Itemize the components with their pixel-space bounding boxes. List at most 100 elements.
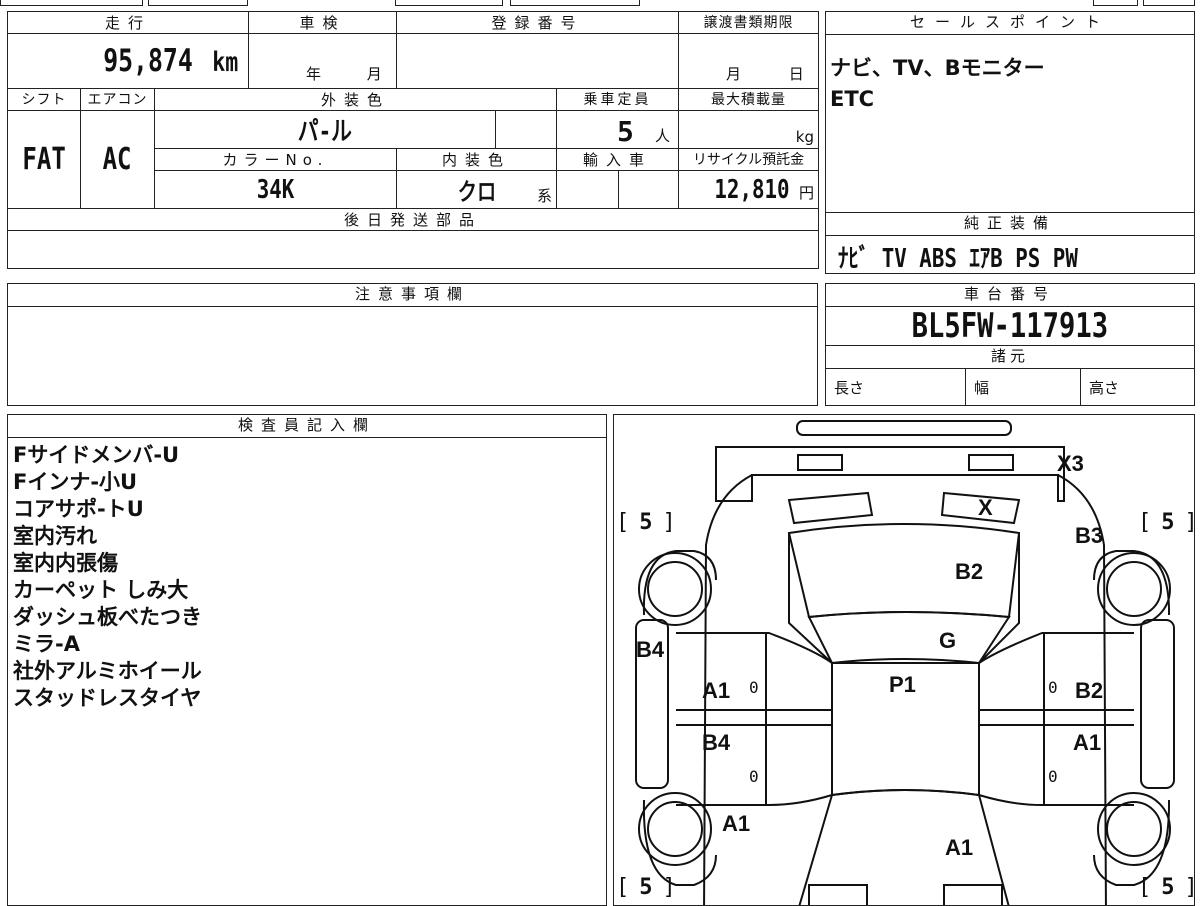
inspector-line: ミラ-A (13, 632, 80, 656)
exterior-value: パ-ル (297, 117, 353, 147)
mark-right-rear-fender: B3 (1075, 523, 1104, 548)
recycle-unit: 円 (799, 183, 815, 202)
mileage-cell: 95,874 km (7, 33, 249, 89)
sales-point-body: ナビ、TV、Bモニター ETC (826, 35, 1194, 115)
recycle-header: リサイクル預託金 (678, 148, 820, 171)
interior-unit: 系 (536, 187, 552, 205)
shaken-year: 年 (305, 65, 321, 83)
seats-value: 5 (617, 115, 634, 148)
tire-rear-right: [5] (1138, 510, 1194, 535)
mileage-header: 走行 (7, 11, 249, 34)
mark-roof-center: P1 (889, 672, 916, 697)
recycle-value: 12,810 (714, 174, 790, 205)
tire-rear-left: [5] (616, 510, 676, 535)
mark-right-front-door: A1 (1073, 730, 1102, 755)
tire-front-left: [5] (616, 875, 676, 900)
seats-header: 乗車定員 (555, 88, 680, 111)
specs-row: 長さ 幅 高さ (826, 369, 1194, 405)
mark-right-rear-door: B2 (1075, 678, 1104, 703)
inspector-box: 検査員記入欄 Fサイドメンバ-U Fインナ-小U コアサポ-トU 室内汚れ 室内… (7, 414, 607, 906)
zero-mark: 0 (749, 678, 759, 697)
ac-cell: AC (80, 110, 155, 209)
import-cell-a (556, 170, 619, 209)
mark-left-front-door: B4 (702, 730, 731, 755)
ac-value: AC (103, 142, 132, 177)
shaken-month: 月 (366, 65, 382, 83)
color-no-header: カラーNo. (154, 148, 397, 171)
zero-mark: 0 (1048, 678, 1058, 697)
chassis-number: BL5FW-117913 (911, 306, 1109, 346)
notes-box: 注意事項欄 (7, 283, 818, 406)
standard-equipment-box: 純正装備 ﾅﾋﾞ TV ABS ｴｱB PS PW (825, 212, 1195, 274)
inspector-line: 室内汚れ (13, 524, 97, 548)
standard-equipment-header: 純正装備 (826, 213, 1194, 236)
mark-rear-bumper: X3 (1057, 451, 1084, 476)
color-no-value: 34K (256, 174, 295, 205)
maxload-cell: kg (678, 110, 820, 149)
tire-front-right: [5] (1138, 875, 1194, 900)
sales-point-header: セールスポイント (826, 12, 1194, 35)
car-outline (635, 420, 1175, 905)
interior-cell: クロ 系 (396, 170, 557, 209)
mark-rear-glass: X (978, 495, 993, 520)
spec-length: 長さ (826, 369, 966, 405)
zero-mark: 0 (749, 767, 759, 786)
import-cell-b (617, 170, 680, 209)
inspector-line: Fサイドメンバ-U (13, 443, 180, 467)
sales-point-line-2: ETC (830, 87, 875, 111)
transfer-cell: 月 日 (678, 33, 820, 89)
chassis-header: 車台番号 (826, 284, 1194, 307)
standard-equipment-body: ﾅﾋﾞ TV ABS ｴｱB PS PW (826, 236, 1194, 275)
spec-height: 高さ (1089, 379, 1120, 397)
zero-mark: 0 (1048, 767, 1058, 786)
ac-header: エアコン (80, 88, 155, 111)
specs-header: 諸元 (826, 346, 1194, 369)
inspector-line: カーペット しみ大 (13, 578, 189, 602)
shaken-cell: 年 月 (248, 33, 397, 89)
mark-left-rear-door: A1 (702, 678, 731, 703)
later-parts-value (6, 230, 820, 269)
exterior-extra (495, 110, 557, 149)
transfer-month: 月 (726, 65, 742, 83)
later-parts-header: 後日発送部品 (6, 208, 820, 231)
chassis-box: 車台番号 BL5FW-117913 諸元 長さ 幅 高さ (825, 283, 1195, 406)
transfer-day: 日 (788, 65, 804, 83)
exterior-header: 外装色 (154, 88, 557, 111)
seats-unit: 人 (655, 127, 671, 145)
mark-left-rear-quarter: B4 (636, 637, 665, 662)
damage-diagram: [5] [5] [5] [5] X3 X B2 B3 G B4 A1 B2 P1… (613, 414, 1195, 906)
shift-header: シフト (7, 88, 81, 111)
import-header: 輸入車 (555, 148, 680, 171)
inspector-line: スタッドレスタイヤ (13, 686, 202, 710)
spec-width: 幅 (966, 369, 1081, 405)
sales-point-line-1: ナビ、TV、Bモニター (830, 56, 1045, 80)
inspector-header: 検査員記入欄 (8, 415, 606, 438)
inspector-line: 社外アルミホイール (13, 659, 202, 683)
sales-point-box: セールスポイント ナビ、TV、Bモニター ETC (825, 11, 1195, 214)
seats-cell: 5 人 (555, 110, 680, 149)
exterior-cell: パ-ル (154, 110, 496, 149)
color-no-cell: 34K (154, 170, 397, 209)
inspector-line: Fインナ-小U (13, 470, 138, 494)
inspector-line: 室内内張傷 (13, 551, 118, 575)
vehicle-info-table: 走行 車検 登録番号 譲渡書類期限 95,874 km 年 月 月 日 シフト … (6, 11, 820, 269)
registration-header: 登録番号 (395, 11, 680, 34)
top-strip (0, 0, 1200, 7)
inspector-list: Fサイドメンバ-U Fインナ-小U コアサポ-トU 室内汚れ 室内内張傷 カーペ… (8, 438, 606, 712)
mileage-unit: km (212, 47, 239, 78)
inspector-line: コアサポ-トU (13, 497, 144, 521)
standard-equipment-items: ﾅﾋﾞ TV ABS ｴｱB PS PW (838, 244, 1078, 274)
maxload-header: 最大積載量 (678, 88, 820, 111)
interior-value: クロ (457, 178, 496, 206)
notes-header: 注意事項欄 (8, 284, 817, 307)
maxload-unit: kg (795, 128, 815, 146)
mileage-value: 95,874 (103, 43, 194, 79)
recycle-cell: 12,810 円 (678, 170, 820, 209)
shift-cell: FAT (7, 110, 81, 209)
mark-hood: A1 (945, 835, 974, 860)
chassis-number-cell: BL5FW-117913 (826, 307, 1194, 346)
mark-trunk: B2 (955, 559, 984, 584)
mark-left-front-fender: A1 (722, 811, 751, 836)
shift-value: FAT (22, 142, 66, 177)
transfer-deadline-header: 譲渡書類期限 (678, 11, 820, 34)
